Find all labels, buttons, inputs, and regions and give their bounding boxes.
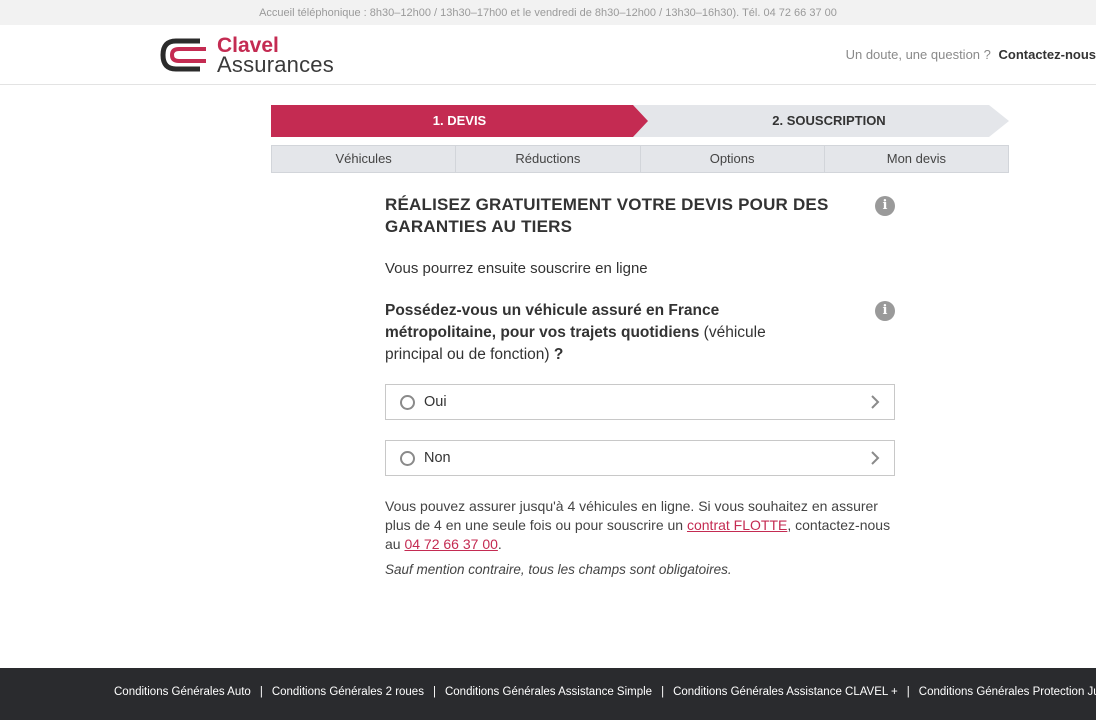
sub-navigation: Véhicules Réductions Options Mon devis xyxy=(271,145,1009,173)
question-mark: ? xyxy=(553,346,564,363)
footer-link-auto[interactable]: Conditions Générales Auto xyxy=(114,686,251,698)
vehicle-question: Possédez-vous un véhicule assuré en Fran… xyxy=(385,300,815,366)
contact-question: Un doute, une question ? xyxy=(845,47,991,62)
option-non[interactable]: Non xyxy=(385,440,895,476)
phone-hours-text: Accueil téléphonique : 8h30–12h00 / 13h3… xyxy=(259,7,837,19)
top-info-bar: Accueil téléphonique : 8h30–12h00 / 13h3… xyxy=(0,0,1096,25)
step-souscription[interactable]: 2. SOUSCRIPTION xyxy=(633,105,1009,137)
site-header: Clavel Assurances Un doute, une question… xyxy=(0,25,1096,85)
question-bold-text: Possédez-vous un véhicule assuré en Fran… xyxy=(385,302,720,341)
contact-link[interactable]: Contactez-nous xyxy=(999,47,1096,62)
subnav-reductions[interactable]: Réductions xyxy=(456,146,641,172)
footer-link-protection-juridique[interactable]: Conditions Générales Protection Juri xyxy=(919,686,1096,698)
question-info-icon[interactable]: i xyxy=(875,301,895,321)
footer-separator: | xyxy=(432,686,436,698)
progress-steps: 1. DEVIS 2. SOUSCRIPTION xyxy=(271,105,1009,137)
radio-oui[interactable] xyxy=(400,395,415,410)
footer-separator: | xyxy=(259,686,263,698)
site-footer: Conditions Générales Auto | Conditions Gén… xyxy=(0,668,1096,720)
page-title: RÉALISEZ GRATUITEMENT VOTRE DEVIS POUR D… xyxy=(385,195,829,236)
subnav-vehicules[interactable]: Véhicules xyxy=(272,146,457,172)
option-non-label: Non xyxy=(424,450,451,466)
clavel-logo-icon xyxy=(160,38,206,72)
flotte-contract-link[interactable]: contrat FLOTTE xyxy=(687,517,787,533)
contact-area: Un doute, une question ? Contactez-nous xyxy=(846,47,1096,62)
step-devis[interactable]: 1. DEVIS xyxy=(271,105,648,137)
subnav-options[interactable]: Options xyxy=(641,146,825,172)
option-oui[interactable]: Oui xyxy=(385,384,895,420)
footer-link-assistance-clavel-plus[interactable]: Conditions Générales Assistance CLAVEL + xyxy=(673,686,898,698)
radio-non[interactable] xyxy=(400,451,415,466)
phone-link[interactable]: 04 72 66 37 00 xyxy=(404,536,497,552)
note-text-3: . xyxy=(497,536,502,552)
page-subtitle: Vous pourrez ensuite souscrire en ligne xyxy=(385,260,648,277)
footer-separator: | xyxy=(661,686,665,698)
chevron-right-icon xyxy=(871,395,880,409)
subnav-mon-devis[interactable]: Mon devis xyxy=(825,146,1008,172)
footer-link-assistance-simple[interactable]: Conditions Générales Assistance Simple xyxy=(445,686,652,698)
option-oui-label: Oui xyxy=(424,394,447,410)
clavel-logo[interactable]: Clavel Assurances xyxy=(160,35,350,77)
quote-form: RÉALISEZ GRATUITEMENT VOTRE DEVIS POUR D… xyxy=(385,194,895,577)
info-icon[interactable]: i xyxy=(875,196,895,216)
vehicle-limit-note: Vous pouvez assurer jusqu'à 4 véhicules … xyxy=(385,497,895,554)
chevron-right-icon xyxy=(871,451,880,465)
footer-separator: | xyxy=(906,686,910,698)
logo-subtitle: Assurances xyxy=(217,52,334,77)
footer-links: Conditions Générales Auto | Conditions Gén… xyxy=(114,686,1096,698)
required-fields-note: Sauf mention contraire, tous les champs … xyxy=(385,562,732,577)
footer-link-2-roues[interactable]: Conditions Générales 2 roues xyxy=(272,686,424,698)
